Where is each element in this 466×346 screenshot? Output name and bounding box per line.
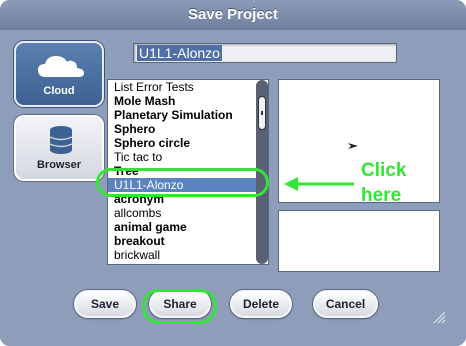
annotation-line-1: Click [361,160,407,181]
save-button[interactable]: Save [74,290,136,318]
list-item[interactable]: cases [108,262,268,264]
sprite-arrow-icon [348,137,358,155]
list-item[interactable]: allcombs [108,206,268,220]
list-item[interactable]: Sphero [108,122,268,136]
list-item[interactable]: brickwall [108,248,268,262]
project-name-text: U1L1-Alonzo [137,45,222,61]
list-item[interactable]: Sphero circle [108,136,268,150]
save-project-dialog: Save Project U1L1-Alonzo Cloud Browser L… [0,0,466,346]
cloud-source-button[interactable]: Cloud [14,41,104,107]
browser-source-label: Browser [36,159,82,171]
click-here-annotation: Click here [361,158,431,208]
cancel-button[interactable]: Cancel [313,290,378,318]
list-item[interactable]: Tic tac to [108,150,268,164]
list-item[interactable]: Planetary Simulation [108,108,268,122]
browser-source-button[interactable]: Browser [14,115,104,181]
list-item[interactable]: List Error Tests [108,80,268,94]
scrollbar-thumb[interactable] [258,96,266,130]
annotation-line-2: here [361,185,402,206]
list-item[interactable]: Mole Mash [108,94,268,108]
project-name-field[interactable]: U1L1-Alonzo [133,43,397,63]
list-item[interactable]: animal game [108,220,268,234]
list-item[interactable]: breakout [108,234,268,248]
project-notes-field[interactable] [278,210,440,272]
left-arrow-icon [282,176,356,197]
resize-handle-icon[interactable] [432,310,446,329]
selected-item-highlight [96,168,269,197]
dialog-title[interactable]: Save Project [0,0,466,30]
cloud-source-label: Cloud [43,85,75,97]
cloud-icon [16,51,102,81]
share-button-highlight [142,289,217,324]
delete-button[interactable]: Delete [230,290,292,318]
database-icon [16,125,102,155]
